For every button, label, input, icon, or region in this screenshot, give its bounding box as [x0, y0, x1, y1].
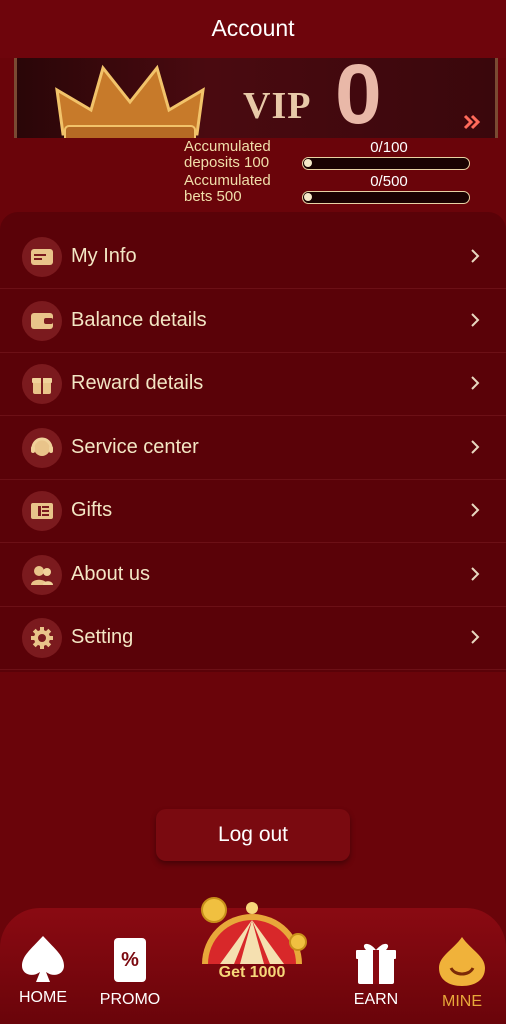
chevron-right-icon	[471, 440, 480, 454]
chevron-right-icon	[471, 503, 480, 517]
tab-mine-label: MINE	[442, 993, 482, 1010]
chevron-right-icon	[471, 630, 480, 644]
tab-mine[interactable]: MINE	[432, 934, 492, 1011]
tab-earn[interactable]: EARN	[346, 938, 406, 1009]
spade-icon	[22, 936, 64, 982]
deposits-progress-fill	[304, 159, 312, 167]
users-icon	[22, 555, 62, 595]
chevron-right-icon	[471, 376, 480, 390]
menu-item-balance-details[interactable]: Balance details	[0, 289, 506, 353]
wheel-label: Get 1000	[218, 964, 286, 981]
double-chevron-icon[interactable]	[463, 114, 481, 130]
lucky-wheel-button[interactable]: Get 1000	[190, 890, 314, 990]
chevron-right-icon	[471, 313, 480, 327]
tab-promo[interactable]: % PROMO	[98, 936, 162, 1009]
tab-promo-label: PROMO	[99, 991, 161, 1008]
headset-icon	[22, 428, 62, 468]
smile-drop-icon	[439, 937, 485, 986]
chevron-right-icon	[471, 567, 480, 581]
id-card-icon	[22, 237, 62, 277]
ticket-icon	[22, 491, 62, 531]
vip-banner[interactable]: VIP 0	[14, 58, 498, 138]
tab-earn-label: EARN	[353, 991, 399, 1008]
menu-item-my-info[interactable]: My Info	[0, 225, 506, 289]
vip-label: VIP	[243, 85, 312, 127]
menu-item-label: Service center	[71, 436, 199, 458]
coupon-icon: %	[114, 938, 146, 982]
page-header: Account	[0, 0, 506, 58]
deposits-progress: Accumulated deposits 100 0/100	[184, 139, 474, 175]
menu-item-service-center[interactable]: Service center	[0, 416, 506, 480]
menu-item-about-us[interactable]: About us	[0, 543, 506, 607]
menu-item-label: Gifts	[71, 499, 113, 521]
chevron-right-icon	[471, 249, 480, 263]
menu-item-setting[interactable]: Setting	[0, 606, 506, 670]
tab-home[interactable]: HOME	[12, 934, 74, 1007]
deposits-label: Accumulated deposits 100	[184, 138, 271, 171]
wallet-icon	[22, 301, 62, 341]
menu-item-label: Balance details	[71, 309, 207, 331]
account-menu: My Info Balance details Reward details S…	[0, 212, 506, 672]
bets-label: Accumulated bets 500	[184, 172, 271, 205]
gift-box-icon	[22, 364, 62, 404]
menu-item-gifts[interactable]: Gifts	[0, 479, 506, 543]
menu-item-label: About us	[71, 563, 150, 585]
vip-level: 0	[335, 58, 382, 138]
lucky-wheel-icon	[201, 897, 307, 964]
menu-item-label: Setting	[71, 626, 134, 648]
page-title: Account	[211, 15, 295, 41]
deposits-value: 0/100	[370, 139, 408, 156]
tab-home-label: HOME	[19, 989, 67, 1006]
bets-value: 0/500	[370, 173, 408, 190]
menu-item-label: My Info	[71, 245, 137, 267]
bets-progress-bar	[302, 191, 470, 204]
menu-item-reward-details[interactable]: Reward details	[0, 352, 506, 416]
gear-icon	[22, 618, 62, 658]
gift-icon	[356, 943, 396, 984]
svg-text:%: %	[121, 949, 139, 971]
bets-progress: Accumulated bets 500 0/500	[184, 173, 474, 209]
logout-button[interactable]: Log out	[156, 809, 350, 861]
bets-progress-fill	[304, 193, 312, 201]
crown-icon	[55, 64, 205, 138]
menu-item-label: Reward details	[71, 372, 204, 394]
deposits-progress-bar	[302, 157, 470, 170]
